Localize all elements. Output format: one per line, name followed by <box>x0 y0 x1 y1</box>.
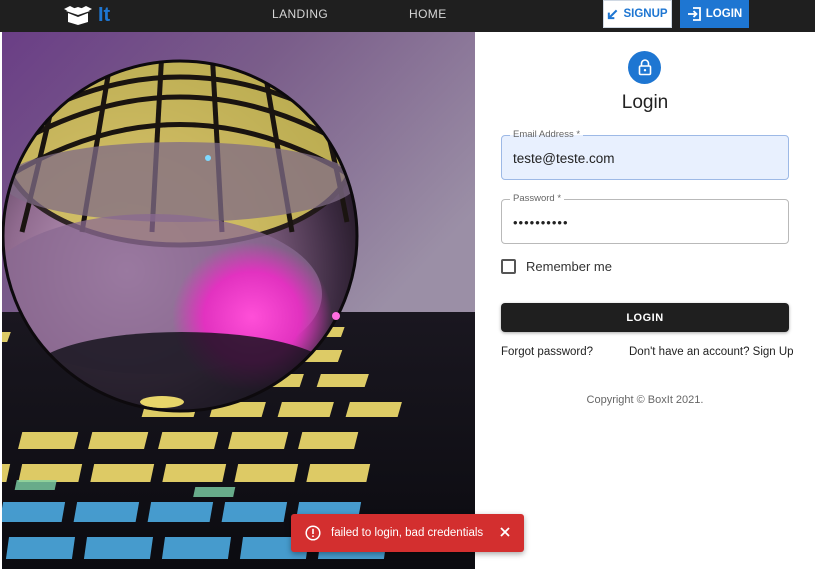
app-bar: It LANDING HOME SIGNUP LOGIN <box>0 0 815 32</box>
box-icon <box>64 6 92 25</box>
brand-logo[interactable]: It <box>64 3 110 27</box>
password-input[interactable]: •••••••••• <box>513 215 773 230</box>
forgot-password-link[interactable]: Forgot password? <box>501 346 593 358</box>
error-outline-icon <box>305 525 321 541</box>
snackbar-message: failed to login, bad credentials <box>331 527 484 539</box>
password-field-label: Password * <box>510 193 565 205</box>
remember-me-checkbox[interactable] <box>501 259 516 274</box>
nav-home-link[interactable]: HOME <box>409 7 447 21</box>
hero-image <box>2 32 475 569</box>
signup-button[interactable]: SIGNUP <box>603 0 672 28</box>
email-input[interactable]: teste@teste.com <box>513 151 773 166</box>
brand-logo-text: It <box>98 4 111 26</box>
login-nav-button[interactable]: LOGIN <box>680 0 749 28</box>
nav-landing-link[interactable]: LANDING <box>272 7 328 21</box>
copyright-text: Copyright © BoxIt 2021. <box>586 394 704 406</box>
email-field[interactable]: Email Address * teste@teste.com <box>501 129 789 180</box>
login-nav-button-label: LOGIN <box>705 8 743 20</box>
remember-me-label: Remember me <box>526 259 612 274</box>
password-field[interactable]: Password * •••••••••• <box>501 193 789 244</box>
page-title: Login <box>621 92 669 113</box>
email-field-label: Email Address * <box>510 129 584 141</box>
signup-link[interactable]: Don't have an account? Sign Up <box>629 346 794 358</box>
login-submit-button[interactable]: LOGIN <box>501 303 789 332</box>
login-icon <box>687 7 701 21</box>
lock-avatar <box>628 51 661 84</box>
error-snackbar: failed to login, bad credentials <box>291 514 524 552</box>
signup-button-label: SIGNUP <box>623 8 668 20</box>
arrow-down-left-icon <box>608 9 618 19</box>
remember-me[interactable]: Remember me <box>501 259 612 274</box>
lock-icon <box>638 59 651 76</box>
login-submit-label: LOGIN <box>626 311 664 324</box>
close-icon[interactable] <box>498 525 512 539</box>
